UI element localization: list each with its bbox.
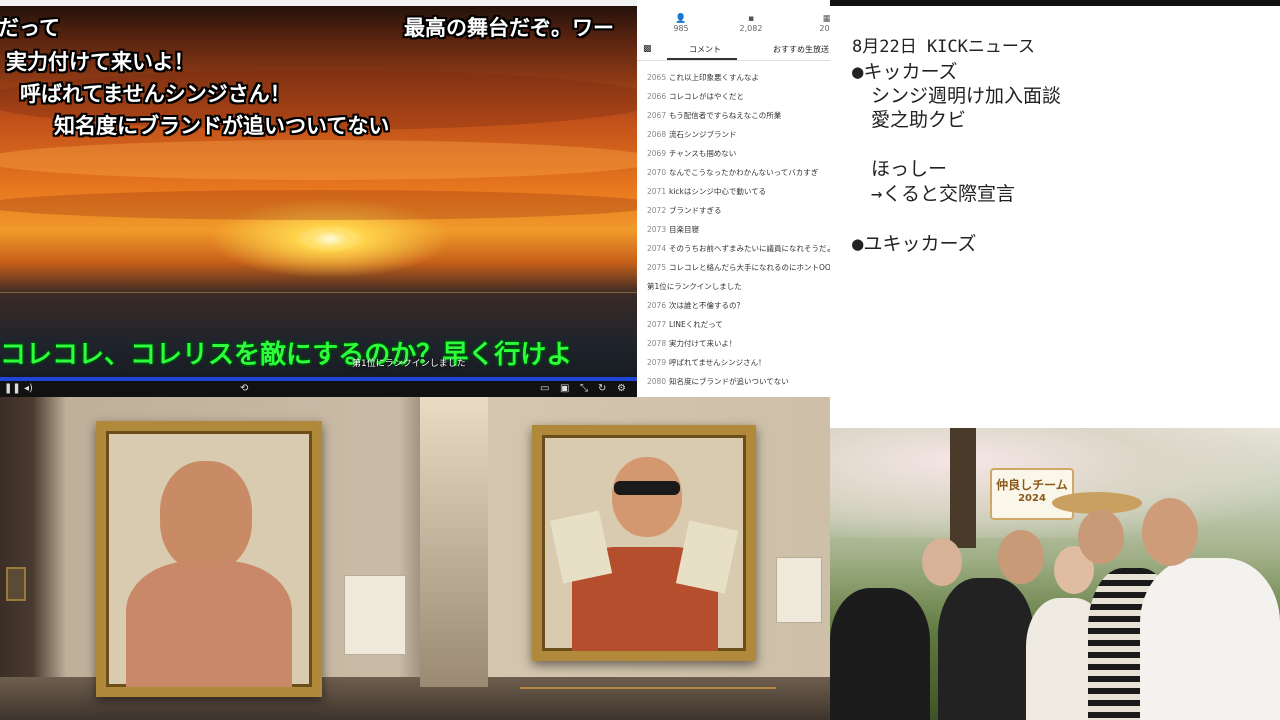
subtitle-line-3: 実力付けて来いよ！	[6, 50, 195, 74]
banner-title: 仲良しチーム	[996, 478, 1068, 492]
chat-row[interactable]: 2068 流石シンジブランド	[647, 129, 737, 145]
artwork-plaque	[776, 557, 822, 623]
news-top-bar	[830, 0, 1280, 6]
subtitle-line-5: 知名度にブランドが追いついてない	[54, 114, 390, 138]
chat-row[interactable]: 2080 知名度にブランドが追いついてない	[647, 376, 789, 392]
chat-row[interactable]: 2076 次は誰と不倫するの？	[647, 300, 744, 316]
subtitle-line-1: だって	[0, 16, 60, 40]
news-title: 8月22日 KICKニュース	[852, 37, 1036, 57]
reload-icon[interactable]: ↻	[598, 383, 606, 395]
portrait-body	[126, 561, 292, 687]
gift-icon: ▦	[822, 14, 830, 24]
chat-row[interactable]: 2071 kickはシンジ中心で動いてる	[647, 186, 766, 202]
gallery-corridor	[420, 397, 488, 687]
news-line: ほっしー	[852, 158, 948, 180]
chat-row[interactable]: 2066 コレコレがはやくだと	[647, 91, 744, 107]
tab-comments[interactable]: コメント	[689, 44, 721, 55]
team-banner: 仲良しチーム 2024	[990, 468, 1074, 520]
news-line: シンジ週明け加入面談	[852, 85, 1062, 107]
person-5-face	[1142, 498, 1198, 566]
person-2	[938, 578, 1034, 720]
chat-row[interactable]: 2069 チャンスも掴めない	[647, 148, 736, 164]
sun	[300, 226, 360, 252]
news-line: ●ユキッカーズ	[852, 233, 977, 255]
comment-tabs: ▩ コメント おすすめ生放送	[637, 40, 830, 61]
cloud-band	[0, 190, 637, 220]
chat-row[interactable]: 2077 LINEくれだって	[647, 319, 723, 335]
gift-count-value: 200	[819, 24, 830, 33]
chat-row[interactable]: 2079 呼ばれてませんシンジさん！	[647, 357, 766, 373]
tab-recommended[interactable]: おすすめ生放送	[773, 44, 829, 55]
chat-row[interactable]: 2065 これ以上印象悪くすんなよ	[647, 72, 759, 88]
museum-gallery-image	[0, 397, 830, 720]
active-tab-indicator	[667, 58, 737, 60]
park-group-photo: 仲良しチーム 2024	[830, 428, 1280, 720]
person-icon: 👤	[675, 14, 687, 24]
person-1	[830, 588, 930, 720]
person-2-face	[998, 530, 1044, 584]
portrait-face	[160, 461, 252, 571]
person-4-face	[1078, 510, 1124, 564]
comment-icon: ▪	[747, 14, 755, 24]
portrait-frame-right	[532, 425, 756, 661]
small-painting	[6, 567, 26, 601]
chat-row[interactable]: 2074 そのうちお前へずまみたいに議員になれそうだよね	[647, 243, 830, 259]
comment-toggle-icon[interactable]: ▭	[540, 383, 549, 395]
chat-row[interactable]: 2070 なんでこうなったかわかんないってバカすぎ	[647, 167, 818, 183]
cash-left	[549, 510, 613, 584]
person-1-face	[922, 538, 962, 586]
portrait-face	[612, 457, 682, 537]
player-controls: ❚❚ ◂) ⟲ ▭ ▣ ⤡ ↻ ⚙	[0, 381, 637, 397]
chat-row[interactable]: 2075 コレコレと絡んだら大手になれるのにホントOOだ	[647, 262, 830, 278]
top-strip	[0, 0, 637, 6]
viewer-count: 👤 985	[651, 14, 711, 33]
comment-panel: 👤 985 ▪ 2,082 ▦ 200 ▩ コメント おすすめ生放送 2065こ…	[637, 0, 830, 397]
news-line: →くると交際宣言	[852, 183, 1016, 205]
chat-row[interactable]: 2072 ブランドすぎる	[647, 205, 722, 221]
portrait-frame-left	[96, 421, 322, 697]
cash-right	[675, 520, 739, 594]
gear-icon[interactable]: ⚙	[617, 383, 626, 395]
chat-row[interactable]: 2078 実力付けて来いよ！	[647, 338, 736, 354]
subtitle-line-4: 呼ばれてませんシンジさん！	[20, 82, 291, 106]
sunglasses	[614, 481, 680, 495]
chat-row[interactable]: 2073 目楽目寝	[647, 224, 699, 240]
fullscreen-icon[interactable]: ⤡	[580, 383, 588, 395]
news-line: 愛之助クビ	[852, 109, 967, 131]
tree-trunk	[950, 428, 976, 548]
viewer-count-value: 985	[673, 24, 689, 33]
volume-icon[interactable]: ◂)	[24, 383, 33, 395]
rope-barrier	[520, 687, 776, 689]
horizon-line	[0, 292, 637, 293]
seek-icon[interactable]: ⟲	[240, 383, 248, 395]
chat-settings-icon[interactable]: ▩	[643, 44, 652, 54]
person-5	[1140, 558, 1280, 720]
cloud-band	[0, 140, 637, 180]
play-icon[interactable]: ❚❚	[4, 383, 21, 395]
rank-overlay: 第1位にランクインしました	[352, 359, 466, 369]
subtitle-line-2: 最高の舞台だぞ。ワー	[404, 16, 614, 40]
news-line: ●キッカーズ	[852, 61, 958, 83]
artwork-plaque	[344, 575, 406, 655]
comment-count-value: 2,082	[739, 24, 763, 33]
settings-box-icon[interactable]: ▣	[560, 383, 569, 395]
comment-count: ▪ 2,082	[721, 14, 781, 33]
system-message-row: 第1位にランクインしました	[647, 282, 742, 291]
gift-count: ▦ 200	[797, 14, 830, 33]
green-caption: コレコレ、コレリスを敵にするのか？早く行けよ	[0, 340, 573, 370]
chat-row[interactable]: 2067 もう配信者ですらねえなこの所業	[647, 110, 781, 126]
video-player[interactable]: だって 最高の舞台だぞ。ワー 実力付けて来いよ！ 呼ばれてませんシンジさん！ 知…	[0, 0, 637, 397]
